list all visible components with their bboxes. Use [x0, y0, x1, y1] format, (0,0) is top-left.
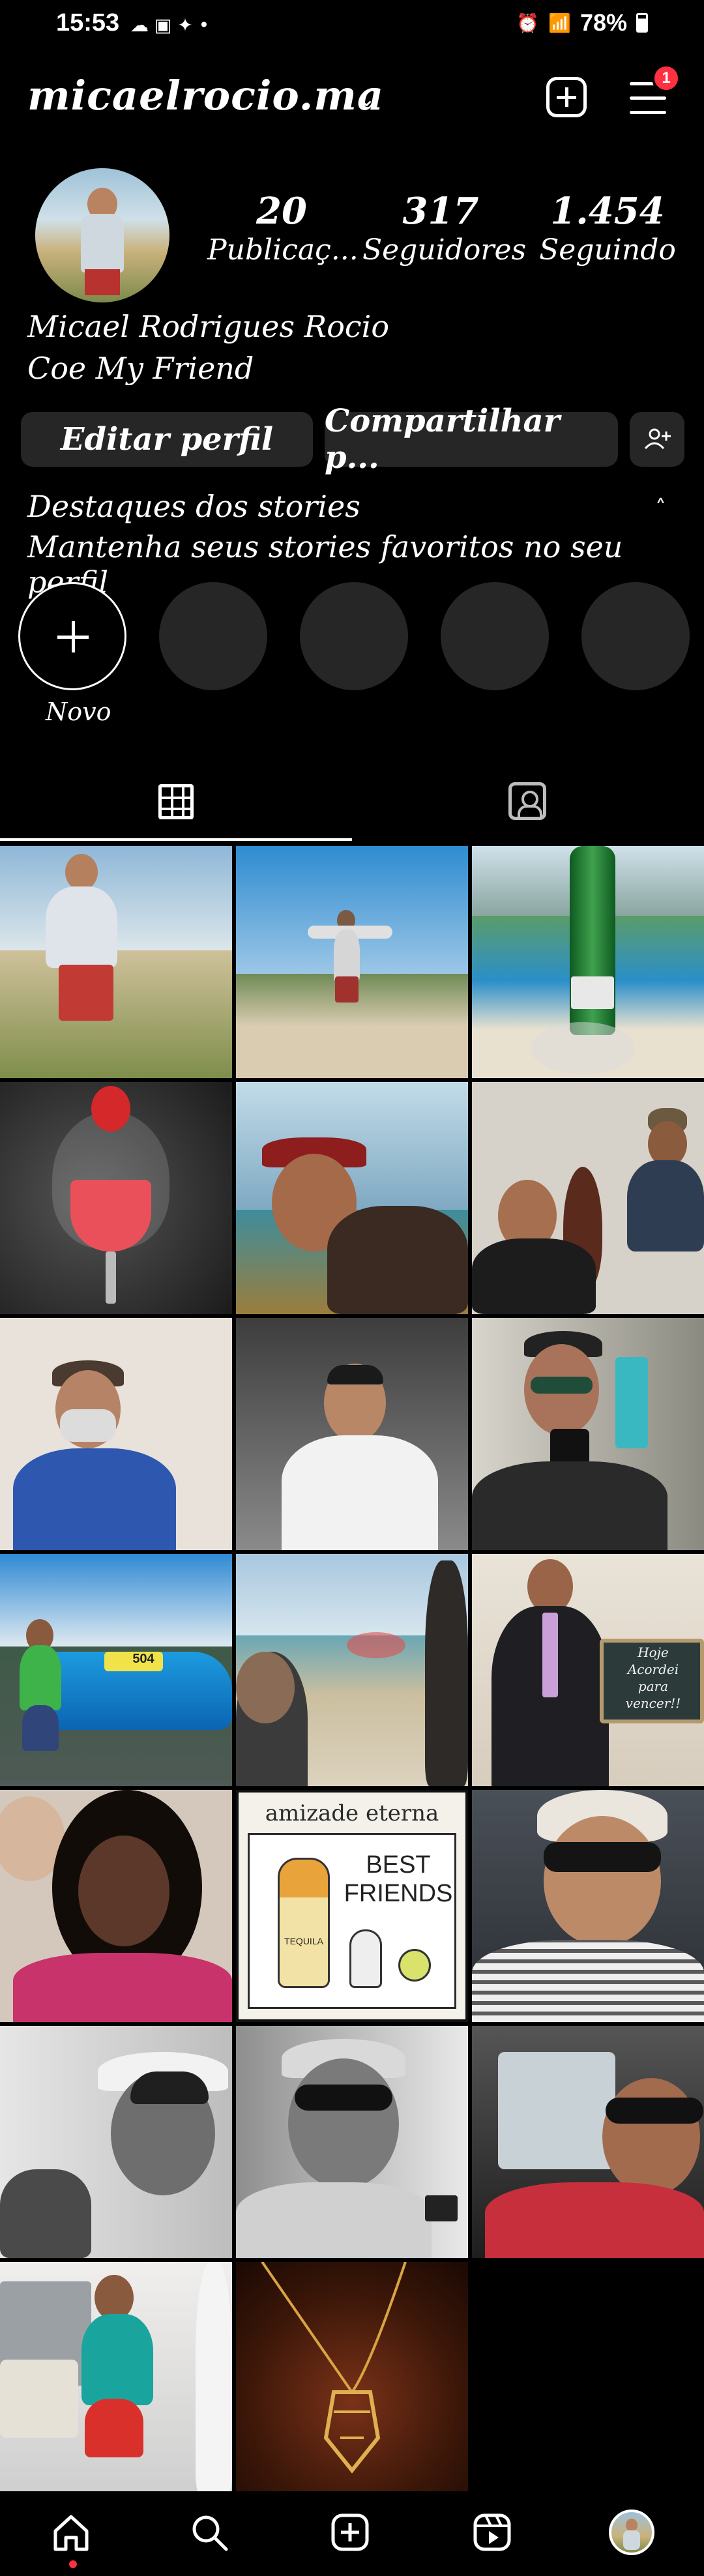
search-icon[interactable] [186, 2510, 232, 2555]
battery-percent: 78% [579, 9, 627, 36]
stat-posts-label: Publicaç... [207, 233, 359, 267]
status-notification-icons: ☁ ▣ ✦ • [130, 14, 209, 36]
twitter-icon: ✦ [177, 14, 193, 36]
sign-line: vencer!! [625, 1695, 681, 1711]
sign-line: Acordei [627, 1661, 679, 1677]
stat-following[interactable]: 1.454 Seguindo [529, 190, 686, 269]
post-text-line: BEST [366, 1851, 431, 1879]
highlight-placeholder [159, 582, 267, 690]
profile-full-name: Micael Rodrigues Rocio [27, 309, 390, 344]
battery-icon [636, 13, 648, 33]
post-thumbnail[interactable] [236, 2262, 468, 2494]
post-thumbnail[interactable] [472, 1318, 704, 1550]
stat-followers-value: 317 [402, 190, 479, 233]
post-thumbnail[interactable] [236, 1082, 468, 1314]
create-icon[interactable] [327, 2510, 373, 2555]
bottle-label: TEQUILA [284, 1936, 323, 1946]
highlights-title: Destaques dos stories [27, 489, 360, 524]
post-thumbnail[interactable]: Hoje Acordei para vencer!! [472, 1554, 704, 1786]
message-icon: ▣ [154, 14, 172, 36]
post-thumbnail[interactable] [0, 1082, 232, 1314]
create-post-button[interactable] [546, 77, 587, 117]
chevron-up-icon[interactable]: ˄ [655, 495, 666, 521]
post-thumbnail[interactable] [472, 1082, 704, 1314]
new-highlight-label: Novo [46, 697, 111, 726]
new-highlight-button[interactable] [18, 582, 126, 690]
home-icon[interactable] [48, 2510, 94, 2555]
alarm-icon: ⏰ [516, 12, 540, 33]
post-thumbnail[interactable] [472, 846, 704, 1078]
post-thumbnail[interactable] [472, 1790, 704, 2022]
stat-followers-label: Seguidores [362, 233, 527, 267]
profile-username[interactable]: micaelrocio.ma [27, 72, 384, 119]
highlight-placeholder [300, 582, 408, 690]
add-person-icon[interactable] [630, 412, 684, 467]
wifi-icon: 📶 [548, 12, 571, 33]
post-thumbnail[interactable] [0, 2026, 232, 2258]
cloud-icon: ☁ [130, 14, 149, 36]
stat-following-value: 1.454 [550, 190, 665, 233]
post-thumbnail[interactable]: 504 [0, 1554, 232, 1786]
grid-icon[interactable] [158, 784, 194, 819]
share-profile-button[interactable]: Compartilhar p... [325, 403, 618, 476]
car-plate: 504 [132, 1652, 154, 1666]
post-text-line: FRIENDS [344, 1880, 453, 1907]
sign-line: Hoje [638, 1645, 669, 1660]
profile-avatar-nav[interactable] [609, 2510, 654, 2555]
sign-line: para [638, 1678, 669, 1694]
stat-posts-value: 20 [256, 190, 307, 233]
chevron-down-icon[interactable]: ⌄ [357, 86, 376, 112]
stat-followers[interactable]: 317 Seguidores [362, 190, 527, 269]
active-tab-indicator [0, 838, 352, 841]
stat-posts[interactable]: 20 Publicaç... [207, 190, 359, 269]
post-thumbnail[interactable] [0, 2262, 232, 2494]
post-thumbnail[interactable] [472, 2026, 704, 2258]
post-thumbnail[interactable] [0, 1318, 232, 1550]
home-active-dot [69, 2560, 77, 2568]
notification-badge: 1 [652, 64, 681, 93]
post-text-title: amizade eterna [265, 1800, 439, 1826]
avatar[interactable] [35, 168, 169, 302]
highlight-placeholder [581, 582, 690, 690]
post-thumbnail[interactable]: amizade eterna BEST FRIENDS TEQUILA [236, 1790, 468, 2022]
tagged-icon[interactable] [508, 782, 546, 820]
edit-profile-button[interactable]: Editar perfil [21, 412, 313, 467]
post-thumbnail[interactable] [236, 1318, 468, 1550]
status-time: 15:53 [56, 9, 120, 37]
status-right: ⏰ 📶 78% [516, 9, 648, 37]
profile-bio: Coe My Friend [27, 351, 254, 386]
reels-icon[interactable] [469, 2510, 515, 2555]
highlight-placeholder [441, 582, 549, 690]
post-thumbnail[interactable] [236, 846, 468, 1078]
status-bar: 15:53 ☁ ▣ ✦ • ⏰ 📶 78% [0, 0, 704, 52]
post-thumbnail[interactable] [236, 1554, 468, 1786]
post-thumbnail[interactable] [0, 846, 232, 1078]
dot-icon: • [198, 14, 210, 36]
post-thumbnail[interactable] [236, 2026, 468, 2258]
stat-following-label: Seguindo [539, 233, 676, 267]
post-thumbnail[interactable] [0, 1790, 232, 2022]
